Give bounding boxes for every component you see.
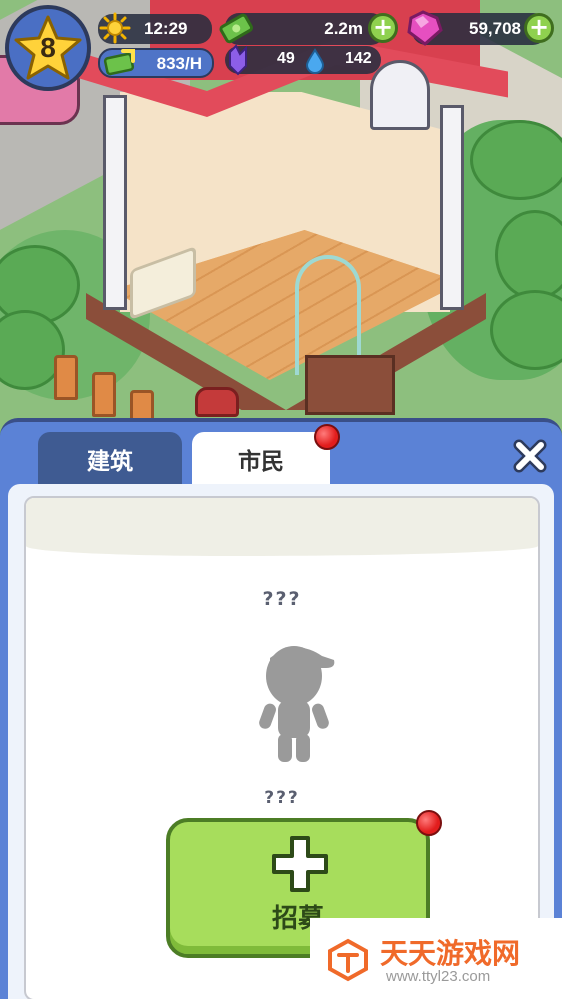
cash-value: 2.2m [324, 19, 363, 38]
tab-citizen[interactable]: 市民 [192, 432, 330, 486]
cash-icon [216, 8, 256, 48]
house-steps [305, 355, 395, 415]
attic-window [370, 60, 430, 130]
close-icon [513, 439, 547, 473]
gem-icon [403, 8, 445, 48]
citizen-panel: 建筑 市民 ??? ??? 招募 [0, 418, 562, 999]
plus-icon [272, 836, 328, 892]
gems-value: 59,708 [469, 19, 521, 38]
level-badge[interactable]: 8 [5, 5, 91, 91]
citizen-silhouette [256, 638, 336, 772]
income-value: 833/H [156, 54, 202, 73]
energy-value: 49 [277, 50, 295, 67]
tab-citizen-label: 市民 [238, 449, 284, 475]
citizen-name: ??? [262, 588, 302, 610]
fence-post [92, 372, 116, 417]
mailbox [195, 387, 239, 417]
citizen-label: ??? [264, 788, 300, 808]
water-value: 142 [345, 50, 372, 67]
watermark: 天天游戏网 www.ttyl23.com [310, 918, 562, 999]
recruit-notification-dot [416, 810, 442, 836]
house-pillar [440, 105, 464, 310]
income-icon [103, 47, 137, 79]
close-button[interactable] [510, 436, 550, 476]
tab-building-label: 建筑 [87, 449, 133, 475]
level-number: 8 [40, 32, 56, 63]
watermark-url: www.ttyl23.com [386, 968, 491, 985]
water-drop-icon [304, 48, 326, 74]
time-value: 12:29 [144, 19, 188, 38]
watermark-title: 天天游戏网 [380, 937, 521, 970]
notification-dot [314, 424, 340, 450]
card-header-band [26, 498, 538, 556]
watermark-logo-icon [328, 938, 368, 982]
bush [470, 120, 562, 200]
house-pillar [103, 95, 127, 310]
sun-icon [99, 12, 131, 44]
fence-post [54, 355, 78, 400]
crystal-icon [226, 44, 250, 76]
tab-building[interactable]: 建筑 [38, 432, 182, 486]
add-cash-button[interactable]: + [368, 13, 398, 43]
add-gems-button[interactable]: + [524, 13, 554, 43]
